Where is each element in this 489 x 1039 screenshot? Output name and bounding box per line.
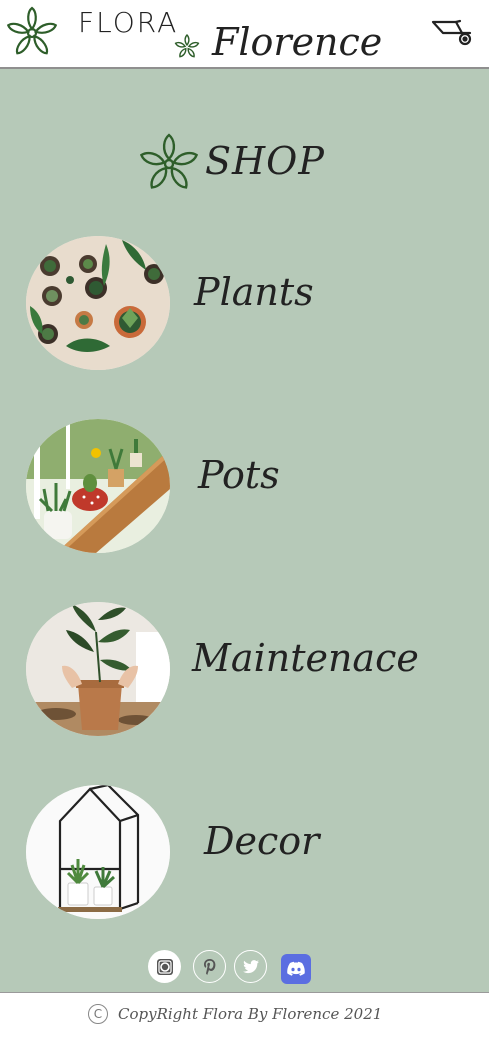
social-links bbox=[148, 950, 318, 986]
copyright-icon: C bbox=[88, 1004, 108, 1024]
instagram-icon[interactable] bbox=[148, 950, 181, 983]
category-label-decor[interactable]: Decor bbox=[204, 819, 319, 863]
twitter-icon[interactable] bbox=[234, 950, 267, 983]
wheelbarrow-cart-icon[interactable] bbox=[430, 17, 474, 47]
category-decor[interactable]: Decor bbox=[26, 785, 486, 921]
brand-name-top: FLORA bbox=[78, 6, 179, 39]
potted-succulents-photo[interactable] bbox=[26, 236, 170, 370]
discord-icon[interactable] bbox=[281, 954, 311, 984]
flower-icon bbox=[139, 133, 199, 189]
category-label-maintenance[interactable]: Maintenace bbox=[192, 636, 419, 680]
brand-name-bottom: Florence bbox=[212, 20, 383, 64]
repotting-plant-photo[interactable] bbox=[26, 602, 170, 736]
copyright-text: CopyRight Flora By Florence 2021 bbox=[118, 1005, 383, 1023]
small-flower-icon bbox=[174, 34, 200, 58]
terrarium-house-photo[interactable] bbox=[26, 785, 170, 919]
pinterest-icon[interactable] bbox=[193, 950, 226, 983]
windowsill-pots-photo[interactable] bbox=[26, 419, 170, 553]
site-footer: C CopyRight Flora By Florence 2021 bbox=[0, 992, 489, 1039]
category-maintenance[interactable]: Maintenace bbox=[26, 602, 486, 738]
category-plants[interactable]: Plants bbox=[26, 236, 486, 372]
shop-heading: SHOP bbox=[135, 131, 345, 195]
site-header: FLORA Florence bbox=[0, 0, 489, 69]
flower-logo-icon[interactable] bbox=[4, 6, 60, 60]
category-pots[interactable]: Pots bbox=[26, 419, 486, 555]
category-label-pots[interactable]: Pots bbox=[198, 453, 280, 497]
shop-title: SHOP bbox=[205, 139, 325, 183]
category-label-plants[interactable]: Plants bbox=[194, 270, 314, 314]
